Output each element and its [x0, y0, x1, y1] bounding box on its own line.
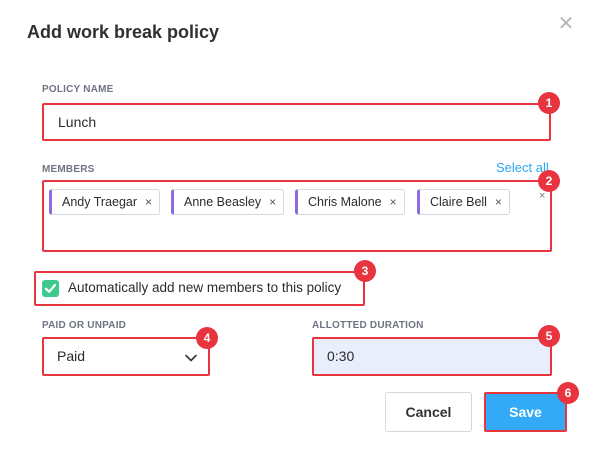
member-tag-label: Chris Malone — [308, 195, 382, 209]
annotation-badge-2: 2 — [538, 170, 560, 192]
cancel-button[interactable]: Cancel — [385, 392, 472, 432]
member-tag: Andy Traegar × — [49, 189, 161, 215]
annotation-badge-5: 5 — [538, 325, 560, 347]
annotation-badge-1: 1 — [538, 92, 560, 114]
member-tag-label: Claire Bell — [430, 195, 487, 209]
members-label: MEMBERS — [42, 164, 95, 175]
member-tag: Claire Bell × — [417, 189, 510, 215]
policy-name-label: POLICY NAME — [42, 84, 114, 95]
member-tag: Chris Malone × — [295, 189, 405, 215]
annotation-badge-4: 4 — [196, 327, 218, 349]
add-break-policy-dialog: Add work break policy ✕ POLICY NAME Lunc… — [0, 0, 593, 458]
member-tag-label: Andy Traegar — [62, 195, 138, 209]
allotted-duration-label: ALLOTTED DURATION — [312, 320, 424, 331]
remove-tag-icon[interactable]: × — [390, 190, 397, 214]
member-tag: Anne Beasley × — [171, 189, 285, 215]
paid-unpaid-value: Paid — [57, 348, 86, 364]
paid-unpaid-label: PAID OR UNPAID — [42, 320, 127, 331]
clear-all-icon[interactable]: × — [539, 190, 545, 202]
chevron-down-icon — [185, 354, 197, 362]
save-button[interactable]: Save — [484, 392, 567, 432]
allotted-duration-input[interactable]: 0:30 — [312, 337, 552, 376]
auto-add-checkbox[interactable] — [42, 280, 59, 297]
check-icon — [44, 283, 57, 293]
annotation-badge-6: 6 — [557, 382, 579, 404]
policy-name-input[interactable]: Lunch — [42, 103, 551, 141]
close-icon[interactable]: ✕ — [555, 13, 577, 35]
remove-tag-icon[interactable]: × — [145, 190, 152, 214]
member-tag-label: Anne Beasley — [184, 195, 262, 209]
dialog-title: Add work break policy — [27, 22, 220, 42]
annotation-badge-3: 3 — [354, 260, 376, 282]
auto-add-label: Automatically add new members to this po… — [68, 280, 342, 295]
paid-unpaid-select[interactable]: Paid — [42, 337, 210, 376]
remove-tag-icon[interactable]: × — [495, 190, 502, 214]
remove-tag-icon[interactable]: × — [269, 190, 276, 214]
members-multiselect[interactable]: Andy Traegar × Anne Beasley × Chris Malone… — [42, 180, 552, 252]
auto-add-members-row[interactable]: Automatically add new members to this po… — [34, 271, 365, 306]
